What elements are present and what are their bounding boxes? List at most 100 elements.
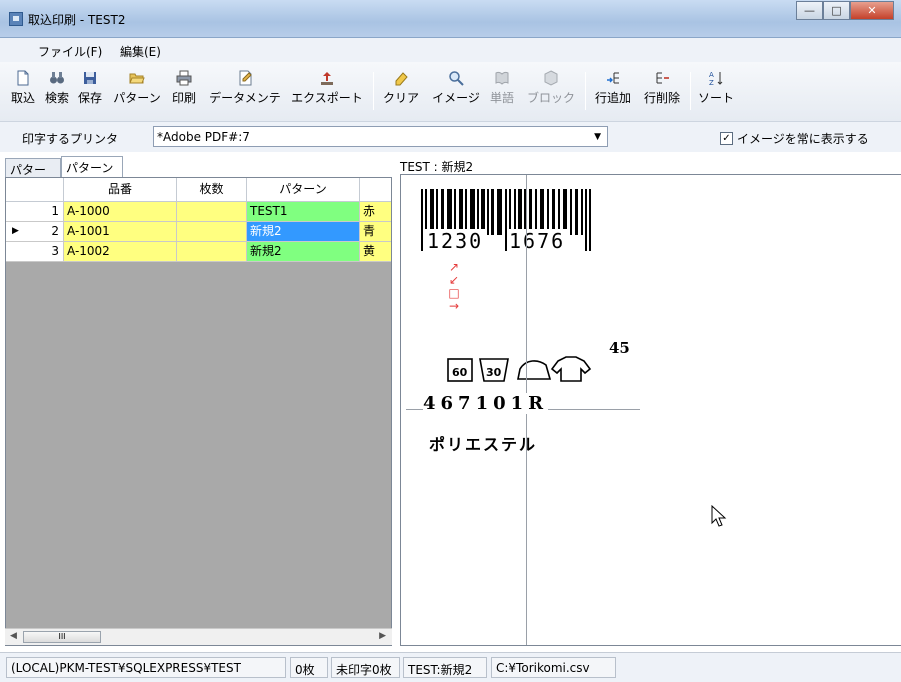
sort-button[interactable]: AZ ソート bbox=[696, 66, 736, 110]
delete-row-label: 行削除 bbox=[643, 91, 680, 105]
pattern-label: パターン bbox=[113, 91, 161, 105]
toolbar-separator bbox=[373, 72, 374, 110]
column-header-count[interactable]: 枚数 bbox=[177, 178, 247, 202]
row-header-current: ▶ 2 bbox=[6, 222, 64, 242]
print-button[interactable]: 印刷 bbox=[168, 66, 200, 110]
binoculars-icon bbox=[50, 72, 64, 84]
cell-count[interactable] bbox=[177, 242, 247, 262]
menu-bar: ファイル(F) 編集(E) bbox=[0, 38, 901, 62]
close-button[interactable]: ✕ bbox=[850, 1, 894, 20]
status-file: C:¥Torikomi.csv bbox=[491, 657, 616, 678]
cell-pattern[interactable]: 新規2 bbox=[247, 242, 360, 262]
block-label: ブロック bbox=[526, 91, 575, 105]
table-row[interactable]: 1 A-1000 TEST1 赤 bbox=[6, 202, 391, 222]
clear-label: クリア bbox=[382, 91, 419, 105]
cell-color[interactable]: 赤 bbox=[360, 202, 391, 222]
data-maintenance-label: データメンテ bbox=[209, 91, 281, 105]
cell-pattern[interactable]: 新規2 bbox=[247, 222, 360, 242]
new-document-icon bbox=[17, 70, 29, 86]
minimize-button[interactable]: — bbox=[796, 1, 823, 20]
cell-color[interactable]: 黄 bbox=[360, 242, 391, 262]
toolbar-separator bbox=[585, 72, 586, 110]
folder-open-icon bbox=[129, 73, 145, 84]
always-show-image-toggle[interactable]: ✓ イメージを常に表示する bbox=[720, 130, 869, 147]
clear-button[interactable]: クリア bbox=[379, 66, 423, 110]
column-header-pattern[interactable]: パターン bbox=[247, 178, 360, 202]
book-icon bbox=[495, 71, 509, 85]
window-controls: — □ ✕ bbox=[796, 1, 894, 20]
care-number: 45 bbox=[609, 339, 630, 357]
cell-count[interactable] bbox=[177, 222, 247, 242]
add-row-label: 行追加 bbox=[594, 91, 631, 105]
eraser-icon bbox=[395, 72, 408, 86]
import-label: 取込 bbox=[10, 91, 35, 105]
search-button[interactable]: 検索 bbox=[43, 66, 71, 110]
menu-file[interactable]: ファイル(F) bbox=[38, 43, 102, 60]
always-show-image-checkbox[interactable]: ✓ bbox=[720, 132, 733, 145]
row-number: 1 bbox=[6, 202, 64, 222]
red-marker-icon: ↗ ↙ □ → bbox=[448, 260, 460, 313]
magnifier-icon bbox=[449, 71, 464, 86]
print-label: 印刷 bbox=[171, 91, 196, 105]
care-wash-30-label: 30 bbox=[486, 366, 502, 379]
material-text: ポリエステル bbox=[429, 435, 538, 454]
preview-title: TEST : 新規2 bbox=[400, 160, 474, 174]
export-button[interactable]: エクスポート bbox=[288, 66, 366, 110]
save-label: 保存 bbox=[77, 91, 102, 105]
scroll-thumb[interactable]: III bbox=[23, 631, 101, 643]
sort-az-icon: AZ bbox=[709, 71, 723, 86]
table-row[interactable]: 3 A-1002 新規2 黄 bbox=[6, 242, 391, 262]
svg-text:A: A bbox=[709, 71, 714, 79]
maximize-button[interactable]: □ bbox=[823, 1, 850, 20]
image-preview: 1230 1676 ↗ ↙ □ → 60 30 45 467101R ポリエステル bbox=[400, 174, 901, 646]
export-icon bbox=[321, 72, 333, 85]
cell-pattern[interactable]: TEST1 bbox=[247, 202, 360, 222]
status-unprinted: 未印字0枚 bbox=[331, 657, 400, 678]
menu-edit[interactable]: 編集(E) bbox=[120, 43, 161, 60]
label-preview: 1230 1676 ↗ ↙ □ → 60 30 45 467101R ポリエステル bbox=[401, 175, 640, 645]
title-bar[interactable]: 取込印刷 - TEST2 — □ ✕ bbox=[0, 0, 901, 38]
current-row-arrow-icon: ▶ bbox=[12, 226, 19, 236]
cell-count[interactable] bbox=[177, 202, 247, 222]
care-wash-60-label: 60 bbox=[452, 366, 468, 379]
window-title: 取込印刷 - TEST2 bbox=[28, 13, 126, 27]
delete-row-button[interactable]: 行削除 bbox=[640, 66, 684, 110]
row-header-corner bbox=[6, 178, 64, 202]
tab-pattern-2[interactable]: パターン2 bbox=[61, 156, 123, 190]
word-label: 単語 bbox=[489, 91, 514, 105]
printer-select[interactable]: *Adobe PDF#:7 ▼ bbox=[153, 126, 608, 147]
printer-label: 印字するプリンタ bbox=[22, 132, 119, 146]
save-button[interactable]: 保存 bbox=[76, 66, 104, 110]
grid-horizontal-scrollbar[interactable]: ◀ III ▶ bbox=[5, 628, 392, 645]
document-edit-icon bbox=[239, 70, 252, 86]
add-row-button[interactable]: 行追加 bbox=[591, 66, 635, 110]
export-label: エクスポート bbox=[291, 91, 363, 105]
word-button[interactable]: 単語 bbox=[486, 66, 518, 110]
cell-color[interactable]: 青 bbox=[360, 222, 391, 242]
printer-selected-value: *Adobe PDF#:7 bbox=[157, 130, 250, 144]
care-symbols: 60 30 bbox=[447, 356, 592, 382]
cell-hinban[interactable]: A-1001 bbox=[64, 222, 177, 242]
status-connection: (LOCAL)PKM-TEST¥SQLEXPRESS¥TEST bbox=[6, 657, 286, 678]
tab-pattern-1[interactable]: パターン1 bbox=[5, 158, 61, 194]
mouse-cursor-icon bbox=[711, 505, 727, 527]
search-label: 検索 bbox=[44, 91, 69, 105]
cell-hinban[interactable]: A-1002 bbox=[64, 242, 177, 262]
row-number: 2 bbox=[51, 224, 59, 238]
scroll-right-icon[interactable]: ▶ bbox=[379, 631, 386, 641]
column-header-hinban[interactable]: 品番 bbox=[64, 178, 177, 202]
svg-text:Z: Z bbox=[709, 79, 714, 86]
product-code: 467101R bbox=[423, 393, 549, 414]
status-bar: (LOCAL)PKM-TEST¥SQLEXPRESS¥TEST 0枚 未印字0枚… bbox=[0, 652, 901, 682]
cell-hinban[interactable]: A-1000 bbox=[64, 202, 177, 222]
scroll-left-icon[interactable]: ◀ bbox=[10, 631, 17, 641]
sort-label: ソート bbox=[697, 91, 734, 105]
image-button[interactable]: イメージ bbox=[430, 66, 482, 110]
import-button[interactable]: 取込 bbox=[9, 66, 37, 110]
table-row[interactable]: ▶ 2 A-1001 新規2 青 bbox=[6, 222, 391, 242]
column-header-color[interactable] bbox=[360, 178, 391, 202]
data-maintenance-button[interactable]: データメンテ bbox=[206, 66, 284, 110]
pattern-button[interactable]: パターン bbox=[112, 66, 162, 110]
block-button[interactable]: ブロック bbox=[523, 66, 579, 110]
status-pattern: TEST:新規2 bbox=[403, 657, 487, 678]
